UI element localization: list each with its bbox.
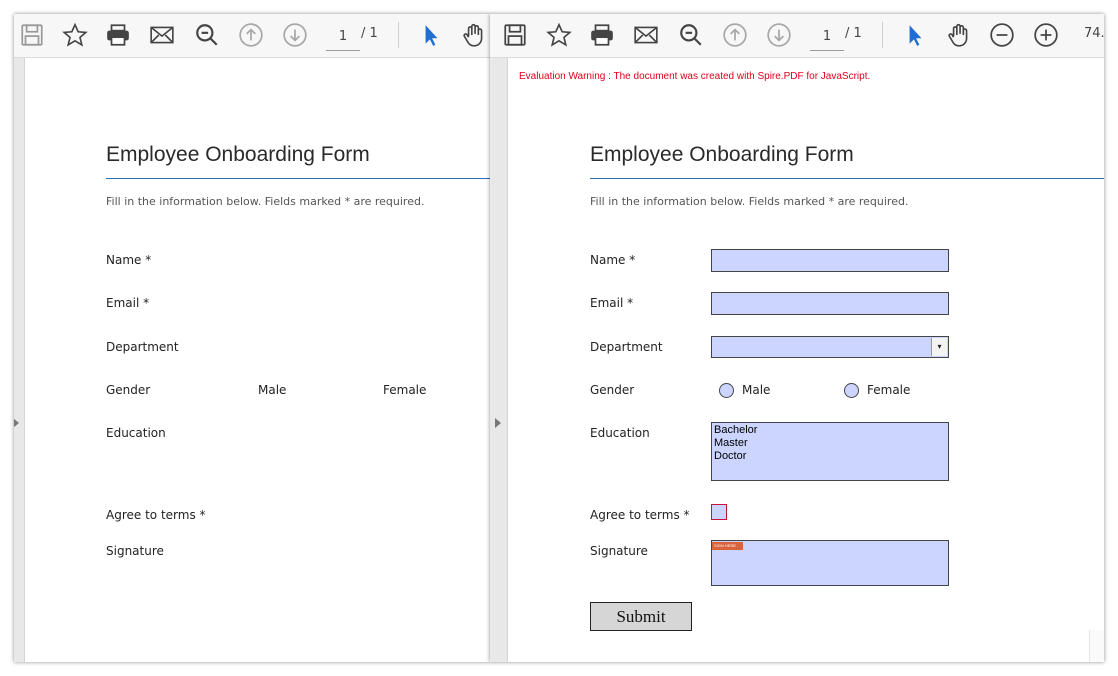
label-education: Education [106,426,166,440]
zoom-out-icon[interactable] [988,21,1016,49]
label-email: Email * [106,296,150,310]
sidebar-toggle-strip[interactable] [490,58,508,662]
label-name: Name * [590,253,636,267]
department-select[interactable]: ▾ [711,336,949,358]
signature-field[interactable]: SIGN HERE [711,540,949,586]
signature-tag-label: SIGN HERE [714,543,737,548]
expand-arrow-icon[interactable] [14,418,19,428]
page-number-input[interactable] [810,22,844,51]
down-arrow-icon[interactable] [765,21,793,49]
name-input[interactable] [711,249,949,272]
radio-male[interactable] [719,383,734,398]
signature-tag: SIGN HERE [712,542,743,550]
search-icon[interactable] [677,21,705,49]
label-female: Female [383,383,427,397]
cursor-icon[interactable] [901,21,929,49]
star-icon[interactable] [61,21,89,49]
zoom-level[interactable]: 74. [1084,26,1104,41]
label-agree: Agree to terms * [590,508,690,522]
title-rule [590,178,1104,179]
toolbar-separator [882,22,883,48]
form-title: Employee Onboarding Form [106,143,370,166]
save-icon[interactable] [501,21,529,49]
label-signature: Signature [590,544,648,558]
print-icon[interactable] [588,21,616,49]
toolbar-right: / 1 74. [490,14,1104,58]
up-arrow-icon[interactable] [721,21,749,49]
page-total: / 1 [361,26,378,41]
expand-arrow-icon[interactable] [495,418,501,428]
email-input[interactable] [711,292,949,315]
chevron-down-icon[interactable]: ▾ [931,338,947,356]
label-department: Department [590,340,663,354]
evaluation-warning: Evaluation Warning : The document was cr… [519,71,871,82]
star-icon[interactable] [545,21,573,49]
mail-icon[interactable] [148,21,176,49]
toolbar-separator [398,22,399,48]
up-arrow-icon[interactable] [237,21,265,49]
agree-checkbox[interactable] [711,504,727,520]
scroll-corner [1089,630,1104,662]
label-male: Male [258,383,287,397]
cursor-icon[interactable] [417,21,445,49]
form-subtitle: Fill in the information below. Fields ma… [590,195,909,208]
form-title: Employee Onboarding Form [590,143,854,166]
label-email: Email * [590,296,634,310]
education-option[interactable]: Bachelor [712,424,948,437]
radio-female[interactable] [844,383,859,398]
label-education: Education [590,426,650,440]
label-gender: Gender [106,383,151,397]
save-icon[interactable] [18,21,46,49]
hand-icon[interactable] [945,21,973,49]
title-rule [106,178,490,179]
document-page-left: Employee Onboarding Form Fill in the inf… [25,58,490,662]
education-option[interactable]: Master [712,437,948,450]
search-icon[interactable] [193,21,221,49]
education-option[interactable]: Doctor [712,450,948,463]
page-total: / 1 [845,26,862,41]
print-icon[interactable] [104,21,132,49]
page-number-input[interactable] [326,22,360,51]
down-arrow-icon[interactable] [281,21,309,49]
form-subtitle: Fill in the information below. Fields ma… [106,195,425,208]
submit-button[interactable]: Submit [590,602,692,631]
label-agree: Agree to terms * [106,508,206,522]
label-gender: Gender [590,383,635,397]
toolbar-left: / 1 [14,14,490,58]
sidebar-toggle-strip[interactable] [14,58,25,662]
document-page-right: Evaluation Warning : The document was cr… [508,58,1104,662]
mail-icon[interactable] [632,21,660,49]
viewer-left: / 1 Employee Onboarding Form Fill in the… [14,14,490,662]
label-department: Department [106,340,179,354]
label-male: Male [742,383,771,397]
education-listbox[interactable]: Bachelor Master Doctor [711,422,949,481]
label-name: Name * [106,253,152,267]
hand-icon[interactable] [460,21,488,49]
zoom-in-icon[interactable] [1032,21,1060,49]
viewer-right: / 1 74. Evaluation Warning : The documen… [490,14,1104,662]
label-female: Female [867,383,911,397]
label-signature: Signature [106,544,164,558]
